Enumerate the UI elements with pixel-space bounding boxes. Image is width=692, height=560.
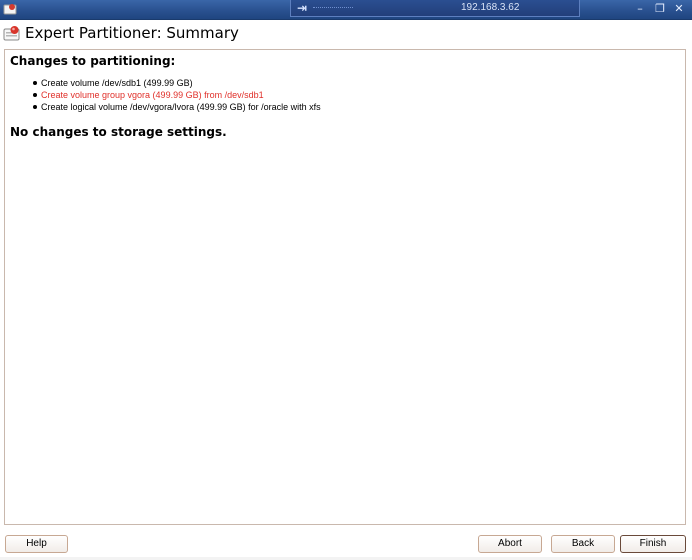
- finish-button[interactable]: Finish: [620, 535, 686, 553]
- help-button[interactable]: Help: [5, 535, 68, 553]
- page-title: Expert Partitioner: Summary: [25, 24, 239, 42]
- remote-host-label: 192.168.3.62: [461, 2, 520, 13]
- close-icon[interactable]: ✕: [672, 2, 686, 16]
- restore-icon[interactable]: ❐: [653, 2, 667, 16]
- minimize-icon[interactable]: –: [633, 2, 647, 16]
- dialog-header: Expert Partitioner: Summary: [0, 20, 692, 48]
- list-item: Create volume /dev/sdb1 (499.99 GB): [33, 77, 321, 89]
- summary-panel: Changes to partitioning: Create volume /…: [4, 49, 686, 525]
- abort-button[interactable]: Abort: [478, 535, 542, 553]
- window-titlebar: ⇥ 192.168.3.62 – ❐ ✕: [0, 0, 692, 20]
- partitioner-icon: [3, 26, 20, 41]
- storage-settings-heading: No changes to storage settings.: [10, 125, 227, 139]
- remote-session-bar: ⇥ 192.168.3.62: [290, 0, 580, 17]
- app-menu-icon[interactable]: [3, 2, 17, 16]
- list-item: Create logical volume /dev/vgora/lvora (…: [33, 101, 321, 113]
- pin-icon[interactable]: ⇥: [297, 1, 307, 15]
- back-button[interactable]: Back: [551, 535, 615, 553]
- changes-list: Create volume /dev/sdb1 (499.99 GB) Crea…: [33, 77, 321, 113]
- list-item: Create volume group vgora (499.99 GB) fr…: [33, 89, 321, 101]
- remote-bar-separator: [313, 7, 353, 10]
- partitioning-changes-heading: Changes to partitioning:: [10, 54, 176, 68]
